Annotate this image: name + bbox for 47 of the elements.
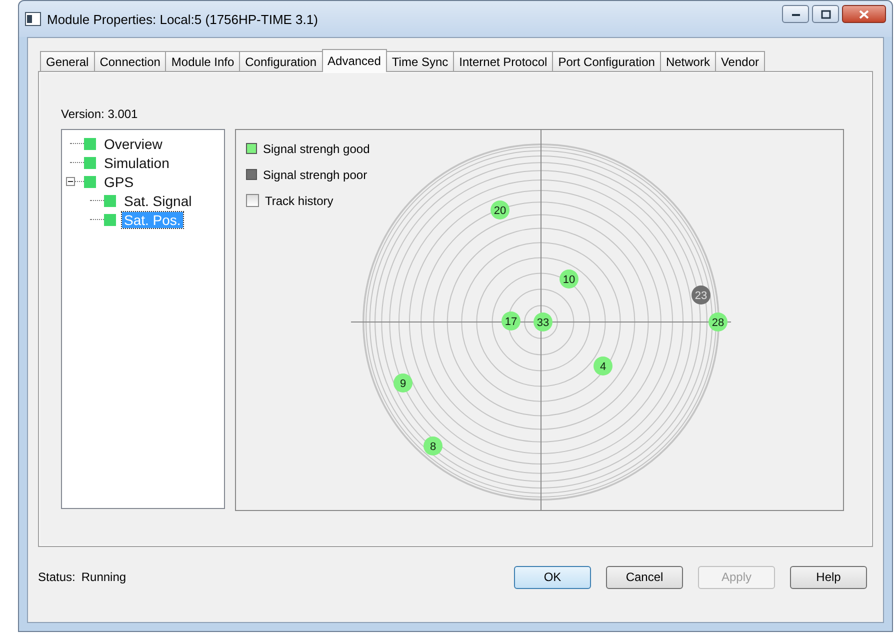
- close-icon: [859, 10, 869, 18]
- tab[interactable]: General: [40, 51, 95, 71]
- tree-item[interactable]: Sat. Signal: [122, 192, 194, 208]
- tab[interactable]: Port Configuration: [552, 51, 661, 71]
- tree-item[interactable]: GPS: [102, 174, 136, 190]
- satellite-marker: 28: [708, 312, 728, 332]
- tab[interactable]: Configuration: [239, 51, 323, 71]
- collapse-icon[interactable]: [66, 177, 75, 186]
- window-icon: [25, 12, 41, 26]
- legend-label: Signal strengh good: [263, 142, 370, 156]
- status-square-icon: [104, 214, 116, 226]
- tree-item[interactable]: Simulation: [102, 154, 172, 170]
- satellite-marker: 23: [692, 286, 710, 304]
- satellite-marker: 33: [534, 312, 552, 332]
- maximize-icon: [820, 10, 830, 18]
- tab[interactable]: Connection: [94, 51, 166, 71]
- status-square-icon: [104, 194, 116, 206]
- version-label: Version: 3.001: [61, 107, 139, 123]
- satellite-marker: 17: [502, 312, 520, 330]
- satellite-marker: 9: [394, 374, 412, 392]
- legend-label: Signal strengh poor: [263, 168, 368, 182]
- tab[interactable]: Network: [660, 51, 716, 71]
- tab[interactable]: Time Sync: [386, 51, 454, 71]
- satellite-marker: 20: [490, 200, 510, 220]
- status-square-icon: [84, 176, 96, 188]
- legend-label: Track history: [265, 194, 334, 208]
- dialog-button[interactable]: OK: [514, 566, 591, 588]
- status-label: Status:: [38, 570, 76, 584]
- tree-item[interactable]: Overview: [102, 136, 164, 152]
- satellite-marker: 4: [594, 356, 612, 376]
- dialog-button[interactable]: Cancel: [606, 566, 683, 588]
- close-button[interactable]: [842, 5, 886, 23]
- tab[interactable]: Internet Protocol: [453, 51, 554, 71]
- tab[interactable]: Advanced: [322, 49, 387, 72]
- minimize-icon: [790, 11, 800, 17]
- satellite-marker: 8: [424, 436, 442, 456]
- tab[interactable]: Vendor: [714, 51, 765, 71]
- dialog-button[interactable]: Help: [790, 566, 867, 588]
- tab[interactable]: Module Info: [165, 51, 240, 71]
- maximize-button[interactable]: [812, 5, 839, 23]
- window-title: Module Properties: Local:5 (1756HP-TIME 3.1): [47, 12, 319, 26]
- minimize-button[interactable]: [782, 5, 809, 23]
- satellite-marker: 10: [560, 270, 578, 288]
- status-value: Running: [81, 570, 126, 584]
- status-square-icon: [84, 138, 96, 150]
- checkbox[interactable]: [246, 194, 259, 207]
- status-square-icon: [84, 156, 96, 168]
